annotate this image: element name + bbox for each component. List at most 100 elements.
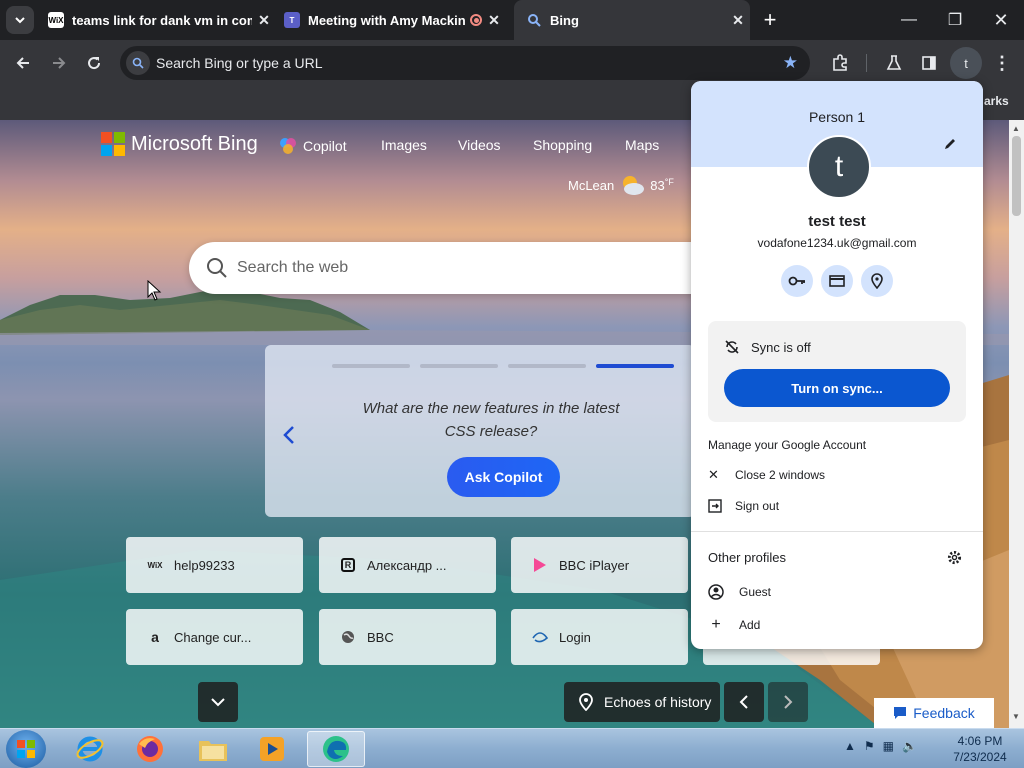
nav-copilot[interactable]: Copilot xyxy=(279,137,347,155)
restore-button[interactable]: ❐ xyxy=(932,0,978,40)
toolbar-divider xyxy=(866,54,867,72)
search-placeholder: Search the web xyxy=(237,259,349,276)
carousel-dot[interactable] xyxy=(508,364,586,368)
bookmark-star-icon[interactable]: ★ xyxy=(783,53,798,73)
previous-image-button[interactable] xyxy=(724,682,764,722)
plus-icon: + xyxy=(711,616,721,633)
profile-name: test test xyxy=(808,213,866,230)
windows-taskbar: ▲ ⚑ ▦ 🔈 4:06 PM 7/23/2024 xyxy=(0,728,1024,768)
add-profile-item[interactable]: + Add xyxy=(708,616,760,634)
extensions-button[interactable] xyxy=(825,48,855,78)
quicklink-tile[interactable]: a Change cur... xyxy=(126,609,303,665)
chrome-menu-button[interactable]: ⋮ xyxy=(987,48,1017,78)
close-icon: ✕ xyxy=(708,467,719,482)
edit-profile-button[interactable] xyxy=(943,137,957,156)
quicklink-tile[interactable]: R Александр ... xyxy=(319,537,496,593)
quicklink-label: Login xyxy=(559,629,591,645)
show-hidden-icons-icon[interactable]: ▲ xyxy=(844,739,856,753)
weather-widget[interactable]: McLean 83 °F xyxy=(568,173,674,197)
internet-explorer-icon xyxy=(76,736,104,762)
ask-copilot-button[interactable]: Ask Copilot xyxy=(447,457,560,497)
carousel-dot-active[interactable] xyxy=(596,364,674,368)
tab-teams-link[interactable]: WiX teams link for dank vm in com ✕ xyxy=(48,0,276,40)
passwords-button[interactable] xyxy=(781,265,813,297)
sign-out-item[interactable]: Sign out xyxy=(708,499,779,513)
close-tab-icon[interactable]: ✕ xyxy=(482,12,506,29)
guest-icon xyxy=(708,584,724,600)
forward-button[interactable] xyxy=(44,48,74,78)
taskbar-edge-active[interactable] xyxy=(307,731,365,767)
image-info-button[interactable]: Echoes of history xyxy=(564,682,720,722)
tab-search-button[interactable] xyxy=(6,6,34,34)
reload-button[interactable] xyxy=(79,48,109,78)
network-icon[interactable]: ▦ xyxy=(883,739,894,753)
taskbar-firefox[interactable] xyxy=(121,731,179,767)
side-panel-button[interactable] xyxy=(914,48,944,78)
nav-maps[interactable]: Maps xyxy=(625,137,659,153)
carousel-dot[interactable] xyxy=(420,364,498,368)
bing-search-box[interactable]: Search the web xyxy=(189,242,699,294)
teams-favicon: T xyxy=(284,12,300,28)
nav-shopping[interactable]: Shopping xyxy=(533,137,592,153)
back-button[interactable] xyxy=(8,48,38,78)
recording-icon xyxy=(470,14,482,26)
taskbar-internet-explorer[interactable] xyxy=(61,731,119,767)
scroll-thumb[interactable] xyxy=(1012,136,1021,216)
quicklink-tile[interactable]: WiX help99233 xyxy=(126,537,303,593)
profile-menu: Person 1 t test test vodafone1234.uk@gma… xyxy=(691,81,983,649)
tab-bing[interactable]: Bing ✕ xyxy=(514,0,750,40)
close-tab-icon[interactable]: ✕ xyxy=(726,12,750,29)
reload-icon xyxy=(88,57,101,70)
chevron-left-icon xyxy=(739,695,748,709)
all-bookmarks-label[interactable]: arks xyxy=(984,94,1009,108)
clock-time: 4:06 PM xyxy=(957,734,1003,748)
page-scrollbar[interactable]: ▲ ▼ xyxy=(1009,120,1024,728)
mouse-cursor-icon xyxy=(147,280,162,301)
taskbar-file-explorer[interactable] xyxy=(184,731,242,767)
feedback-button[interactable]: Feedback xyxy=(874,698,994,728)
close-window-button[interactable]: ✕ xyxy=(978,0,1024,40)
quicklink-tile[interactable]: BBC iPlayer xyxy=(511,537,688,593)
feedback-label: Feedback xyxy=(913,705,975,721)
edge-icon xyxy=(323,736,349,762)
manage-account-link[interactable]: Manage your Google Account xyxy=(708,438,866,452)
close-windows-item[interactable]: ✕ Close 2 windows xyxy=(708,467,825,483)
carousel-dot[interactable] xyxy=(332,364,410,368)
action-center-flag-icon[interactable]: ⚑ xyxy=(864,739,875,753)
guest-profile-item[interactable]: Guest xyxy=(708,584,771,600)
nav-videos[interactable]: Videos xyxy=(458,137,501,153)
bing-logo[interactable]: Microsoft Bing xyxy=(101,132,258,156)
other-profiles-heading: Other profiles xyxy=(708,550,787,565)
labs-button[interactable] xyxy=(879,48,909,78)
feedback-icon xyxy=(894,707,907,719)
taskbar-media-player[interactable] xyxy=(243,731,301,767)
scroll-up-arrow[interactable]: ▲ xyxy=(1012,124,1020,133)
quicklink-label: Александр ... xyxy=(367,557,447,573)
addresses-button[interactable] xyxy=(861,265,893,297)
quicklink-tile[interactable]: Login xyxy=(511,609,688,665)
sync-panel: Sync is off Turn on sync... xyxy=(708,321,966,422)
profile-button[interactable]: t xyxy=(950,47,982,79)
address-bar[interactable]: Search Bing or type a URL ★ xyxy=(120,46,810,80)
volume-icon[interactable]: 🔈 xyxy=(902,739,917,753)
carousel-prev-icon[interactable] xyxy=(283,425,295,450)
scroll-down-button[interactable] xyxy=(198,682,238,722)
partly-cloudy-icon xyxy=(623,176,645,195)
quicklink-tile[interactable]: BBC xyxy=(319,609,496,665)
payment-methods-button[interactable] xyxy=(821,265,853,297)
chevron-right-icon xyxy=(784,695,793,709)
manage-profiles-button[interactable] xyxy=(947,550,962,570)
minimize-button[interactable]: — xyxy=(886,0,932,40)
forward-arrow-icon xyxy=(53,57,66,69)
close-tab-icon[interactable]: ✕ xyxy=(252,12,276,29)
next-image-button[interactable] xyxy=(768,682,808,722)
nav-images[interactable]: Images xyxy=(381,137,427,153)
scroll-down-arrow[interactable]: ▼ xyxy=(1012,712,1020,721)
turn-on-sync-button[interactable]: Turn on sync... xyxy=(724,369,950,407)
omnibox-placeholder: Search Bing or type a URL xyxy=(156,55,323,71)
start-button[interactable] xyxy=(6,730,46,768)
clock[interactable]: 4:06 PM 7/23/2024 xyxy=(942,733,1018,765)
new-tab-button[interactable]: + xyxy=(756,6,784,34)
sync-off-icon xyxy=(725,340,739,354)
tab-meeting[interactable]: T Meeting with Amy Macking ✕ xyxy=(284,0,506,40)
